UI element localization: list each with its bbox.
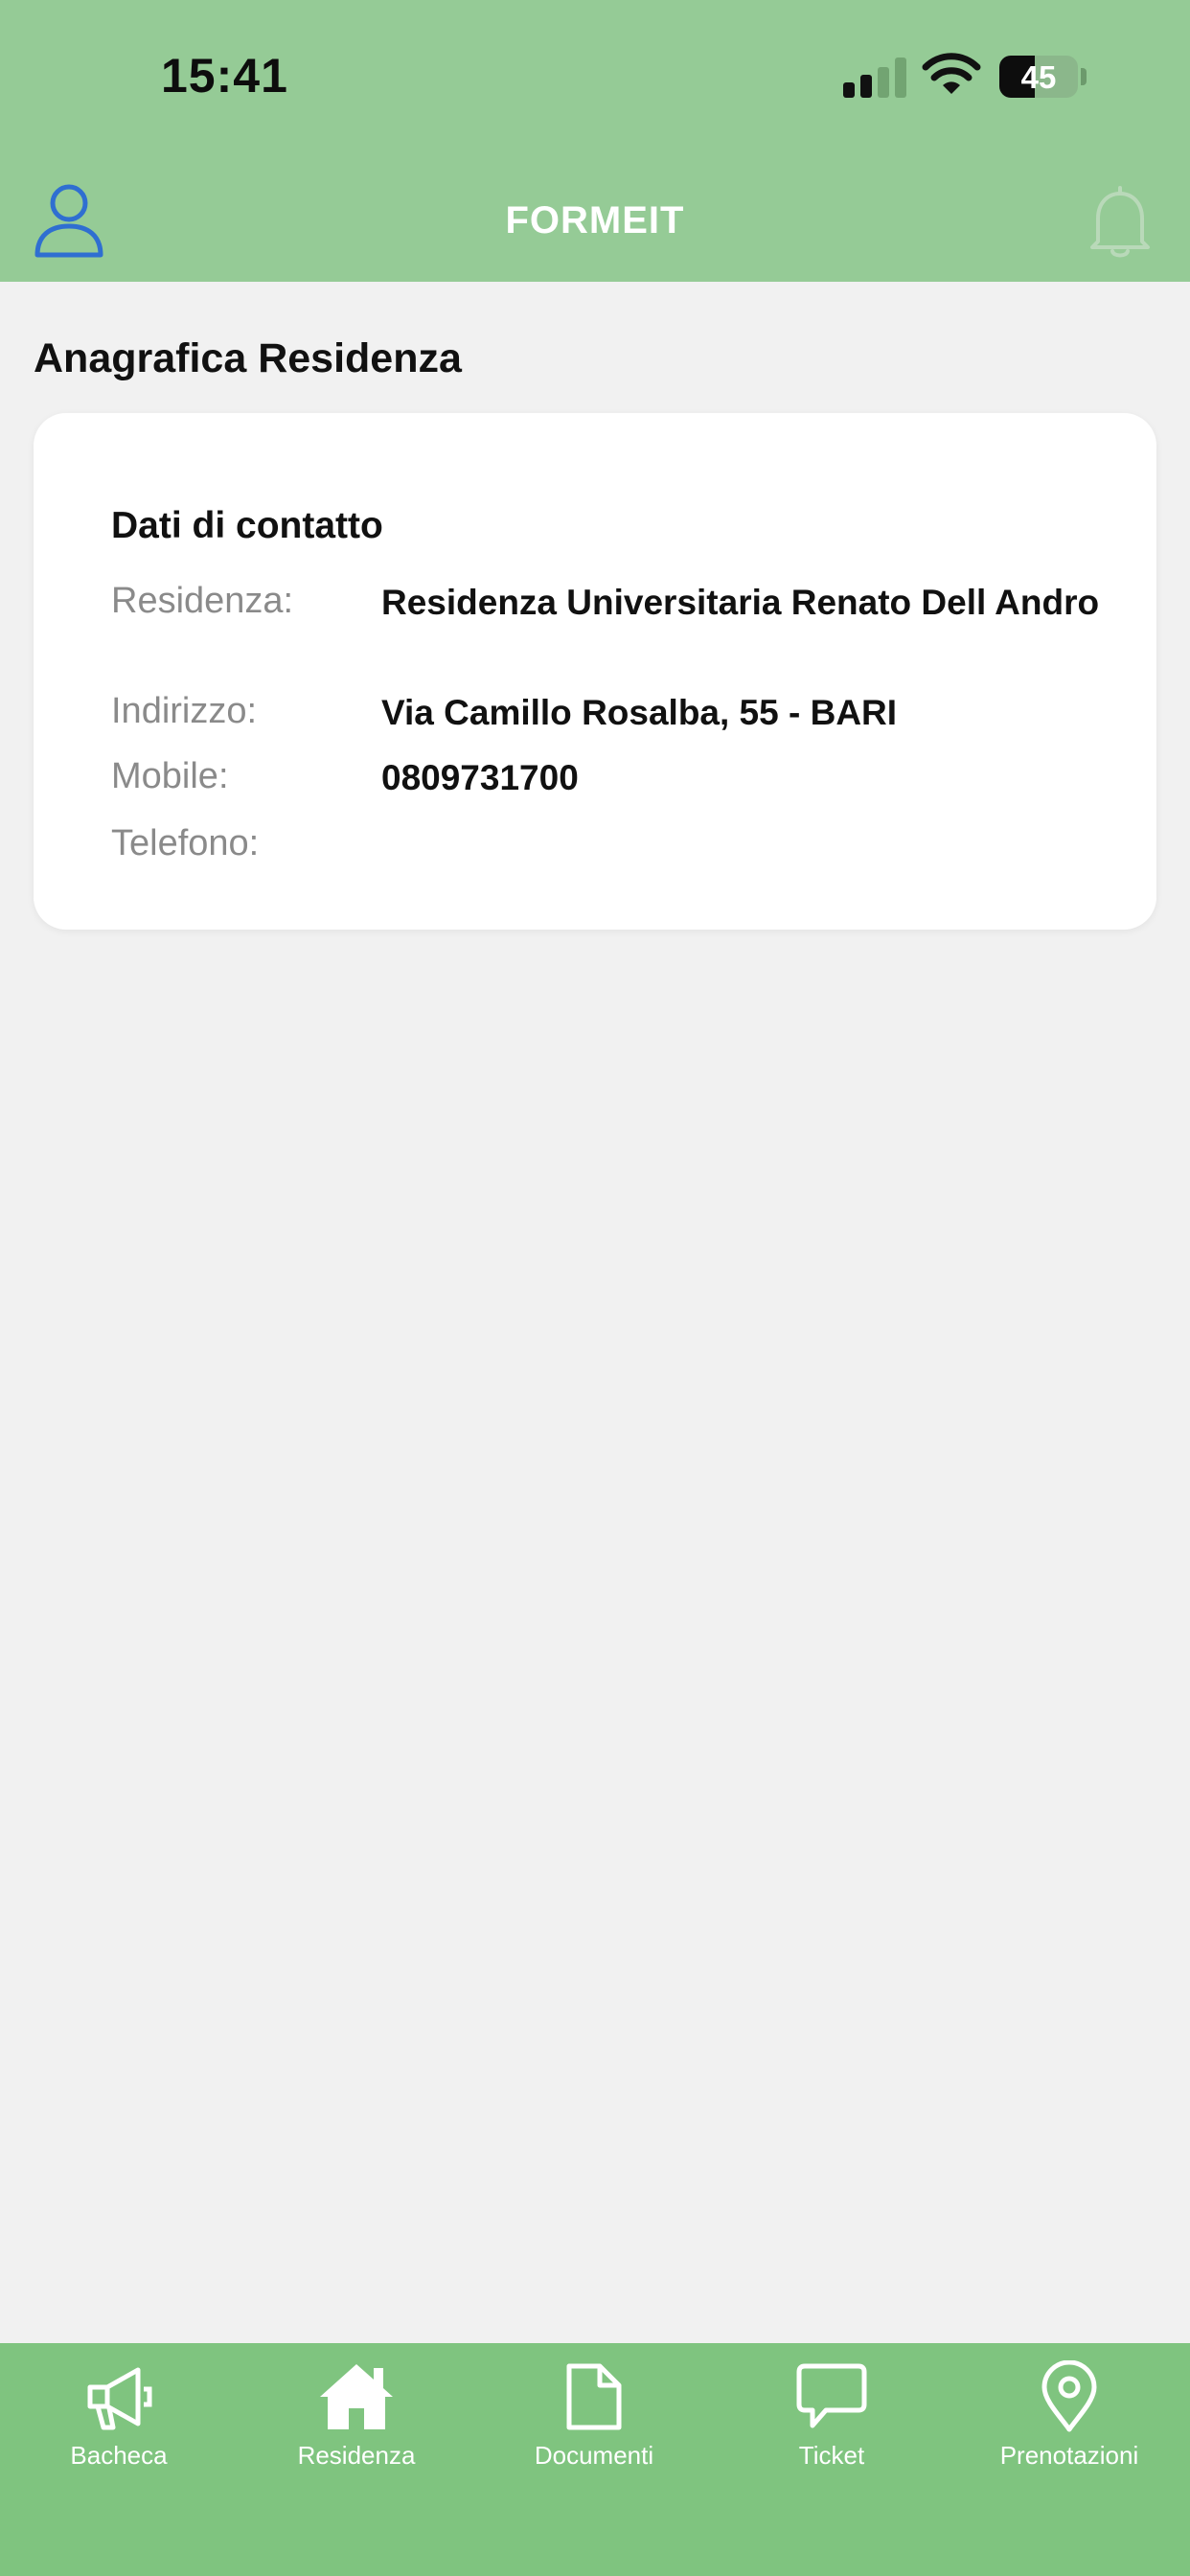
bell-icon[interactable] (1085, 184, 1156, 259)
mobile-value[interactable]: 0809731700 (381, 754, 1110, 801)
contact-card: Dati di contatto Residenza: Residenza Un… (34, 413, 1156, 930)
tab-ticket[interactable]: Ticket (726, 2360, 937, 2495)
home-icon (320, 2364, 393, 2429)
phone-label: Telefono: (111, 823, 260, 863)
chat-bubble-icon (796, 2363, 867, 2428)
page-title: Anagrafica Residenza (34, 335, 462, 381)
wifi-icon (922, 53, 981, 94)
megaphone-icon (87, 2367, 152, 2430)
tab-prenotazioni[interactable]: Prenotazioni (964, 2360, 1175, 2495)
bottom-tab-bar: Bacheca Residenza Documenti Ticket Preno… (0, 2343, 1190, 2576)
tab-documenti[interactable]: Documenti (489, 2360, 699, 2495)
battery-cap (1081, 68, 1087, 85)
address-value: Via Camillo Rosalba, 55 - BARI (381, 693, 898, 732)
location-pin-icon (1041, 2360, 1097, 2432)
tab-residenza-label: Residenza (297, 2441, 416, 2470)
document-icon (566, 2363, 622, 2430)
status-time: 15:41 (161, 49, 288, 103)
card-title: Dati di contatto (111, 505, 383, 546)
tab-residenza[interactable]: Residenza (251, 2360, 462, 2495)
cellular-signal-icon (841, 56, 906, 98)
residence-label: Residenza: (111, 581, 294, 621)
tab-prenotazioni-label: Prenotazioni (999, 2441, 1139, 2470)
top-bar: 15:41 45 FORMEIT (0, 0, 1190, 282)
tab-documenti-label: Documenti (534, 2441, 654, 2470)
residence-value: Residenza Universitaria Renato Dell Andr… (381, 583, 1100, 622)
tab-ticket-label: Ticket (798, 2441, 865, 2470)
tab-bacheca[interactable]: Bacheca (13, 2360, 224, 2495)
mobile-label: Mobile: (111, 756, 229, 796)
address-label: Indirizzo: (111, 691, 258, 731)
battery-indicator: 45 (999, 56, 1078, 98)
app-title: FORMEIT (505, 199, 685, 242)
tab-bacheca-label: Bacheca (70, 2441, 168, 2470)
battery-percent: 45 (1020, 59, 1057, 95)
